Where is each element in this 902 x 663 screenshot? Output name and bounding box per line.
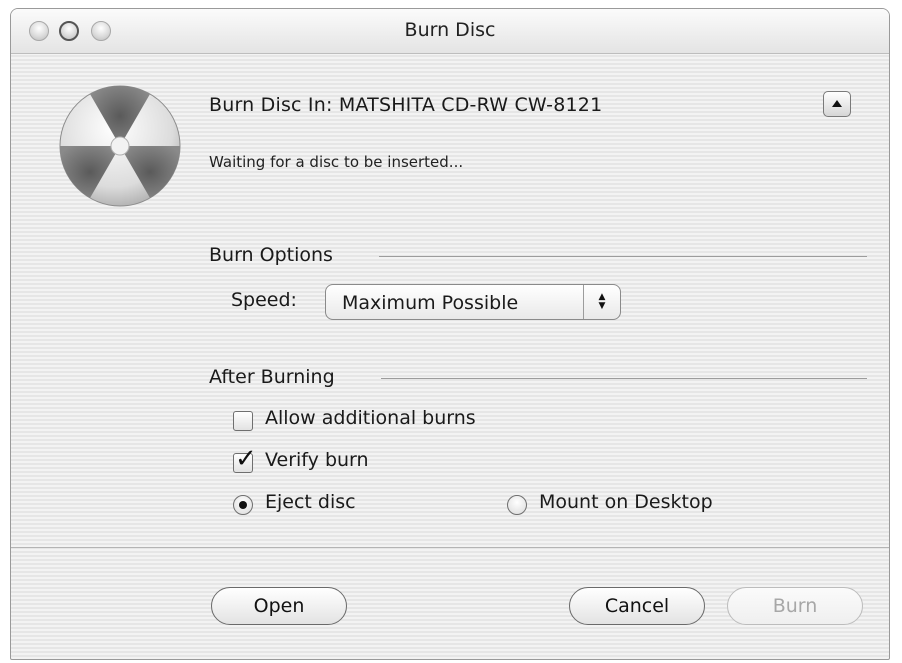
after-burning-divider [381, 378, 867, 379]
radio-selected-dot [239, 501, 247, 509]
cancel-button[interactable]: Cancel [569, 587, 705, 625]
burn-options-divider [379, 256, 867, 257]
eject-disc-label[interactable]: Eject disc [265, 491, 356, 513]
eject-disc-radio[interactable] [233, 495, 253, 515]
mount-on-desktop-label[interactable]: Mount on Desktop [539, 491, 713, 513]
verify-burn-checkbox[interactable]: ✓ [233, 446, 257, 473]
footer-separator [11, 547, 889, 548]
speed-label: Speed: [231, 289, 297, 311]
after-burning-heading: After Burning [209, 366, 335, 388]
burn-button[interactable]: Burn [727, 587, 863, 625]
open-button[interactable]: Open [211, 587, 347, 625]
speed-value: Maximum Possible [342, 292, 519, 314]
allow-additional-burns-label[interactable]: Allow additional burns [265, 407, 476, 429]
eject-triangle-icon[interactable] [823, 91, 851, 117]
allow-additional-burns-checkbox[interactable] [233, 411, 253, 431]
burn-disc-in-label: Burn Disc In: MATSHITA CD-RW CW-8121 [209, 94, 603, 116]
burn-options-heading: Burn Options [209, 244, 333, 266]
burn-disc-icon [57, 83, 183, 209]
checkmark-icon: ✓ [235, 444, 257, 474]
up-down-arrows-icon: ▲ ▼ [583, 285, 620, 319]
burn-disc-dialog: Burn Disc Burn Disc In: MATSHITA CD-RW C… [10, 8, 890, 660]
status-text: Waiting for a disc to be inserted... [209, 153, 464, 171]
window-title: Burn Disc [404, 19, 496, 41]
mount-on-desktop-radio[interactable] [507, 495, 527, 515]
verify-burn-label[interactable]: Verify burn [265, 449, 369, 471]
title-bar: Burn Disc [11, 9, 889, 54]
speed-popup[interactable]: Maximum Possible ▲ ▼ [325, 284, 621, 320]
